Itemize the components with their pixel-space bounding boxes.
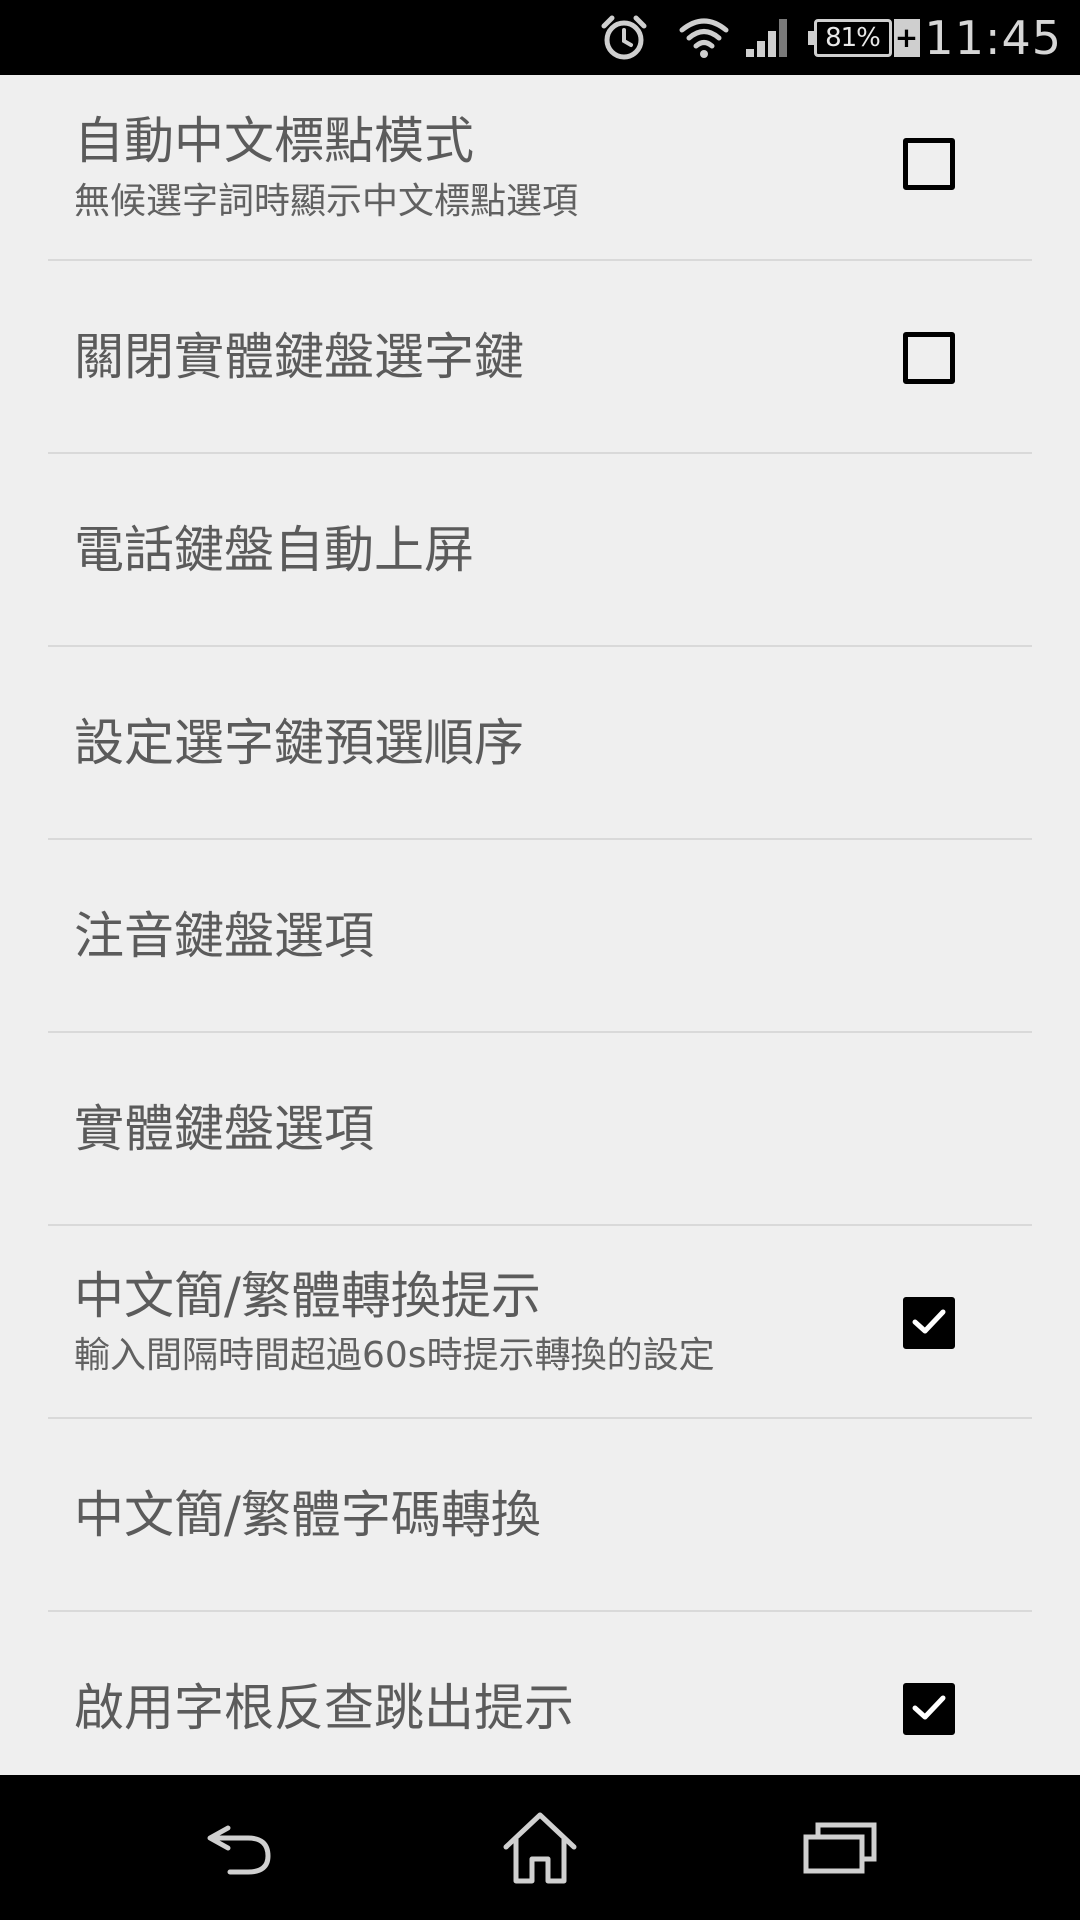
preference-title: 自動中文標點模式 — [74, 112, 474, 171]
preference-title: 中文簡/繁體轉換提示 — [74, 1266, 541, 1325]
wifi-icon — [676, 0, 732, 75]
recents-icon — [803, 1822, 877, 1873]
back-icon — [207, 1825, 271, 1874]
battery-icon: 81% + — [807, 0, 920, 75]
checkbox-checked[interactable] — [903, 1296, 955, 1349]
battery-cap — [807, 30, 814, 45]
preference-text: 實體鍵盤選項 — [74, 1033, 880, 1226]
preference-text: 中文簡/繁體字碼轉換 — [74, 1419, 880, 1612]
preference-row[interactable]: 設定選字鍵預選順序 — [0, 647, 1080, 840]
preference-title: 實體鍵盤選項 — [74, 1100, 374, 1159]
preference-summary: 無候選字詞時顯示中文標點選項 — [74, 180, 579, 222]
battery-percent: 81% — [825, 22, 881, 53]
back-button[interactable] — [160, 1775, 320, 1920]
battery-body: 81% — [813, 18, 892, 57]
preference-text: 設定選字鍵預選順序 — [74, 647, 880, 840]
navigation-bar — [0, 1775, 1080, 1920]
preference-title: 啟用字根反查跳出提示 — [74, 1679, 574, 1738]
home-icon — [503, 1812, 577, 1883]
preference-summary: 輸入間隔時間超過60s時提示轉換的設定 — [74, 1335, 715, 1377]
home-button[interactable] — [460, 1775, 620, 1920]
preference-text: 啟用字根反查跳出提示 — [74, 1612, 880, 1775]
preference-text: 中文簡/繁體轉換提示輸入間隔時間超過60s時提示轉換的設定 — [74, 1226, 880, 1419]
settings-content: 自動中文標點模式無候選字詞時顯示中文標點選項關閉實體鍵盤選字鍵 電話鍵盤自動上屏設… — [0, 75, 1080, 1775]
preference-text: 自動中文標點模式無候選字詞時顯示中文標點選項 — [74, 75, 880, 261]
status-clock: 11:45 — [924, 10, 1062, 65]
signal-icon — [740, 0, 796, 75]
screen: 81% + 11:45 自動中文標點模式無候選字詞時顯示中文標點選項關閉實體鍵盤… — [0, 0, 1080, 1920]
status-bar: 81% + 11:45 — [0, 0, 1080, 75]
preference-title: 中文簡/繁體字碼轉換 — [74, 1486, 541, 1545]
alarm-icon — [596, 0, 652, 75]
preference-row[interactable]: 啟用字根反查跳出提示 — [0, 1612, 1080, 1775]
checkbox-unchecked[interactable] — [903, 331, 955, 384]
preference-title: 注音鍵盤選項 — [74, 907, 374, 966]
battery-charging-icon: + — [893, 18, 920, 57]
preference-text: 關閉實體鍵盤選字鍵 — [74, 261, 880, 454]
recents-button[interactable] — [760, 1775, 920, 1920]
preference-row[interactable]: 注音鍵盤選項 — [0, 840, 1080, 1033]
preference-row[interactable]: 中文簡/繁體字碼轉換 — [0, 1419, 1080, 1612]
checkbox-checked[interactable] — [903, 1682, 955, 1735]
preference-text: 電話鍵盤自動上屏 — [74, 454, 880, 647]
preference-list: 自動中文標點模式無候選字詞時顯示中文標點選項關閉實體鍵盤選字鍵 電話鍵盤自動上屏設… — [0, 75, 1080, 1775]
preference-row[interactable]: 自動中文標點模式無候選字詞時顯示中文標點選項 — [0, 75, 1080, 261]
preference-row[interactable]: 中文簡/繁體轉換提示輸入間隔時間超過60s時提示轉換的設定 — [0, 1226, 1080, 1419]
preference-text: 注音鍵盤選項 — [74, 840, 880, 1033]
checkmark-icon — [912, 1695, 946, 1719]
preference-row[interactable]: 實體鍵盤選項 — [0, 1033, 1080, 1226]
checkbox-unchecked[interactable] — [903, 138, 955, 190]
preference-row[interactable]: 關閉實體鍵盤選字鍵 — [0, 261, 1080, 454]
preference-title: 關閉實體鍵盤選字鍵 — [74, 328, 524, 387]
preference-title: 設定選字鍵預選順序 — [74, 714, 524, 773]
preference-row[interactable]: 電話鍵盤自動上屏 — [0, 454, 1080, 647]
checkmark-icon — [912, 1309, 946, 1333]
preference-title: 電話鍵盤自動上屏 — [74, 521, 474, 580]
